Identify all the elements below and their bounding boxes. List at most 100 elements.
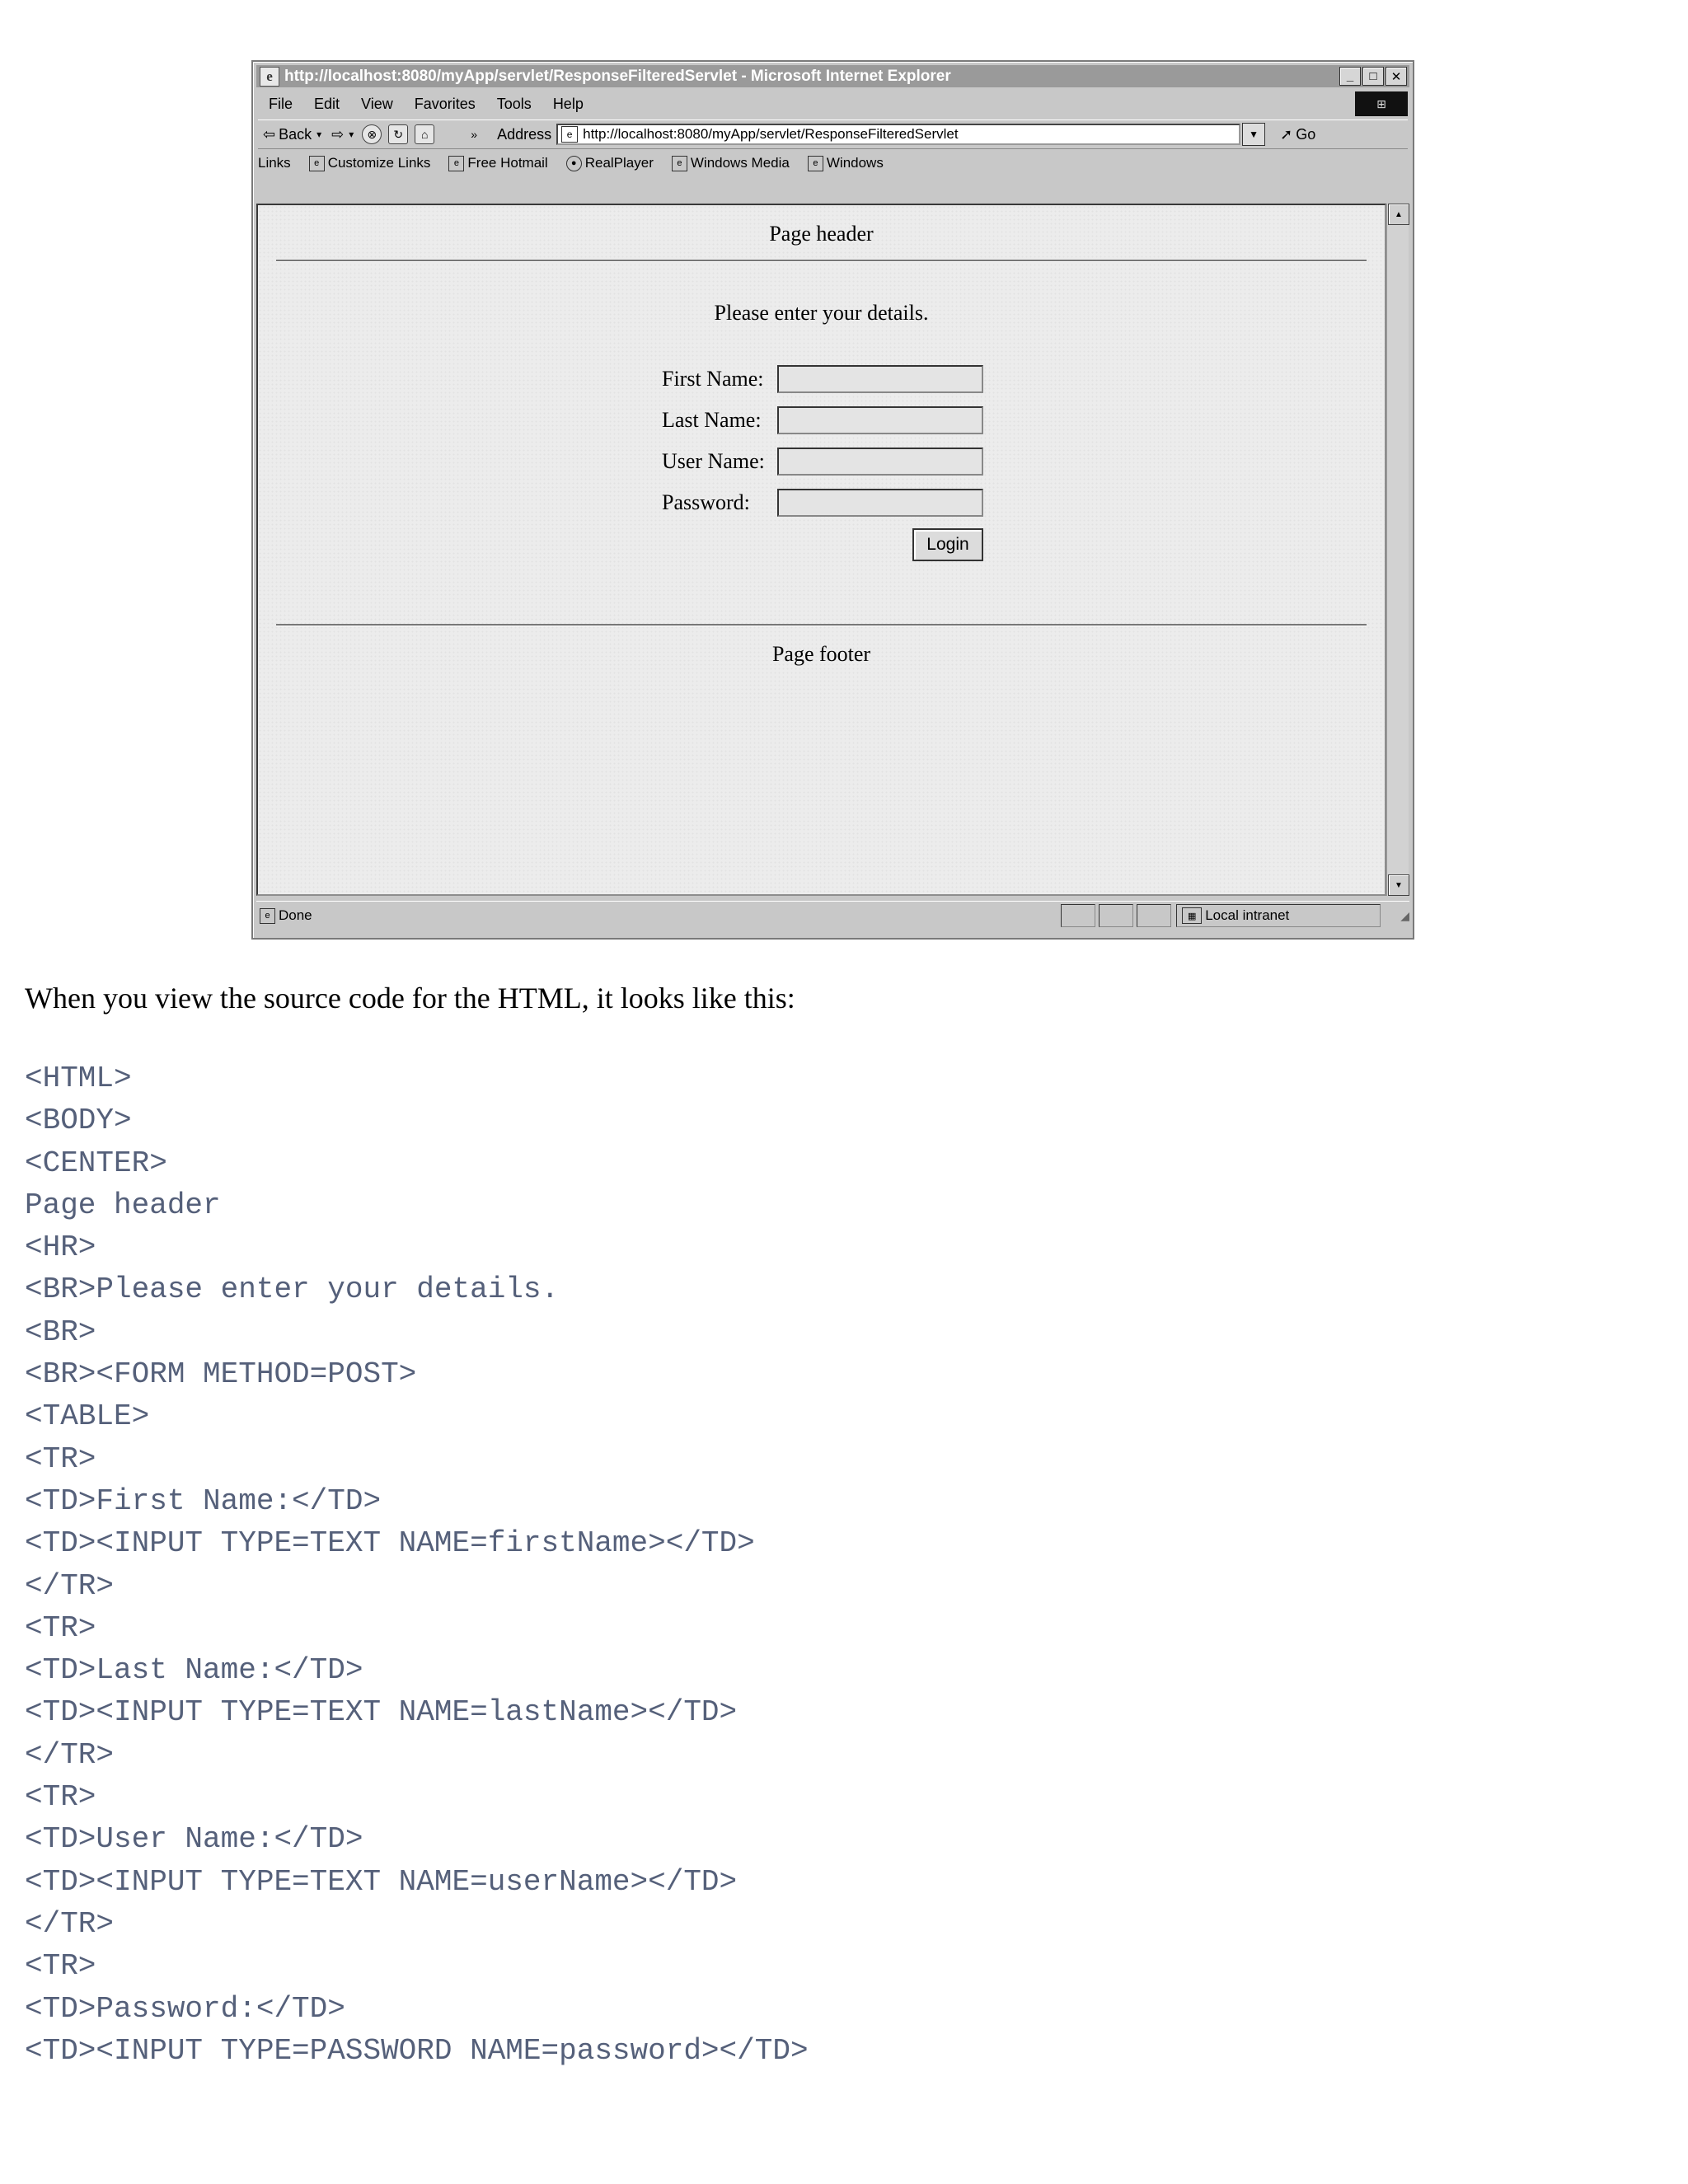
back-arrow-icon: ⇦ <box>263 125 276 143</box>
status-cell <box>1099 904 1134 927</box>
links-label: Links <box>258 155 291 171</box>
link-label: Windows <box>826 155 884 171</box>
title-bar[interactable]: e http://localhost:8080/myApp/servlet/Re… <box>256 65 1409 87</box>
maximize-icon[interactable]: □ <box>1362 67 1384 86</box>
code-line: <TR> <box>25 1441 96 1476</box>
user-name-label: User Name: <box>662 449 765 473</box>
password-row: Password: <box>662 489 983 517</box>
code-line: </TR> <box>25 1737 115 1772</box>
standard-toolbar: ⇦ Back ▾ ⇨ ▾ ⊗ ↻ ⌂ » Address e http://lo… <box>258 120 1408 149</box>
code-line: <TD><INPUT TYPE=TEXT NAME=userName></TD> <box>25 1864 738 1899</box>
page-icon: e <box>308 155 325 171</box>
page-header: Page header <box>769 222 874 246</box>
scroll-up-icon[interactable]: ▲ <box>1388 204 1409 225</box>
code-line: <TD><INPUT TYPE=TEXT NAME=firstName></TD… <box>25 1526 755 1561</box>
ie-logo-icon: e <box>260 66 279 87</box>
code-line: <TR> <box>25 1780 96 1815</box>
browser-window: e http://localhost:8080/myApp/servlet/Re… <box>251 60 1414 940</box>
menu-edit[interactable]: Edit <box>314 96 340 113</box>
forward-arrow-icon: ⇨ <box>331 125 345 143</box>
toolbar-overflow-icon[interactable]: » <box>471 128 477 141</box>
go-button[interactable]: ➚ Go <box>1280 126 1315 143</box>
page-viewport: Page header Please enter your details. F… <box>256 204 1386 896</box>
page-icon: e <box>448 155 465 171</box>
code-line: <BR><FORM METHOD=POST> <box>25 1357 417 1392</box>
code-line: <HR> <box>25 1230 96 1265</box>
security-zone: ▦ Local intranet <box>1176 904 1381 927</box>
chevron-down-icon: ▾ <box>349 129 354 140</box>
menu-bar: File Edit View Favorites Tools Help ⊞ <box>258 91 1408 116</box>
status-cell <box>1061 904 1096 927</box>
header-divider <box>276 260 1367 262</box>
menu-view[interactable]: View <box>361 96 393 113</box>
link-label: Windows Media <box>690 155 790 171</box>
go-label: Go <box>1296 125 1316 143</box>
page-icon: e <box>260 907 275 924</box>
link-customize-links[interactable]: e Customize Links <box>308 155 430 171</box>
code-line: <TR> <box>25 1610 96 1645</box>
page-icon: e <box>561 126 579 143</box>
user-name-input[interactable] <box>777 448 983 476</box>
code-line: <TD>User Name:</TD> <box>25 1822 363 1857</box>
status-bar: e Done ▦ Local intranet ◢ <box>256 901 1409 930</box>
status-text: Done <box>279 907 312 923</box>
code-line: <BR> <box>25 1315 96 1349</box>
back-button[interactable]: ⇦ Back ▾ <box>263 126 321 143</box>
windows-logo-icon: ⊞ <box>1355 91 1408 116</box>
code-line: <TD><INPUT TYPE=TEXT NAME=lastName></TD> <box>25 1695 738 1730</box>
first-name-row: First Name: <box>662 365 983 393</box>
zone-label: Local intranet <box>1205 907 1290 923</box>
menu-help[interactable]: Help <box>553 96 584 113</box>
code-line: </TR> <box>25 1906 115 1941</box>
code-line: </TR> <box>25 1568 115 1603</box>
forward-button[interactable]: ⇨ ▾ <box>331 126 354 143</box>
link-windows-media[interactable]: e Windows Media <box>671 155 790 171</box>
page-icon: e <box>671 155 687 171</box>
login-button[interactable]: Login <box>912 528 983 561</box>
code-line: <TD>Password:</TD> <box>25 1991 345 2026</box>
link-label: Free Hotmail <box>467 155 548 171</box>
chevron-down-icon: ▾ <box>316 129 322 140</box>
address-dropdown-icon[interactable]: ▼ <box>1242 123 1266 146</box>
status-cell <box>1137 904 1172 927</box>
close-icon[interactable]: ✕ <box>1386 67 1407 86</box>
first-name-input[interactable] <box>777 365 983 393</box>
minimize-icon[interactable]: _ <box>1339 67 1361 86</box>
go-arrow-icon: ➚ <box>1280 125 1293 143</box>
link-free-hotmail[interactable]: e Free Hotmail <box>448 155 548 171</box>
last-name-input[interactable] <box>777 406 983 434</box>
html-source-code: <HTML> <BODY> <CENTER> Page header <HR> <BR>P… <box>25 1057 809 2072</box>
password-label: Password: <box>662 490 750 514</box>
stop-icon[interactable]: ⊗ <box>362 124 382 144</box>
link-windows[interactable]: e Windows <box>807 155 884 171</box>
intro-text: Please enter your details. <box>714 301 929 325</box>
realplayer-icon: ● <box>565 155 582 171</box>
resize-grip-icon[interactable]: ◢ <box>1400 909 1409 923</box>
menu-favorites[interactable]: Favorites <box>415 96 476 113</box>
code-line: <TR> <box>25 1949 96 1984</box>
back-label: Back <box>279 125 312 143</box>
menu-file[interactable]: File <box>269 96 293 113</box>
home-icon[interactable]: ⌂ <box>415 124 435 144</box>
intranet-icon: ▦ <box>1182 907 1203 924</box>
last-name-label: Last Name: <box>662 408 762 432</box>
password-input[interactable] <box>777 489 983 517</box>
address-input[interactable]: e http://localhost:8080/myApp/servlet/Re… <box>556 124 1241 145</box>
vertical-scrollbar[interactable]: ▲ ▼ <box>1386 204 1409 896</box>
code-line: <HTML> <box>25 1062 132 1095</box>
scroll-down-icon[interactable]: ▼ <box>1388 874 1409 896</box>
footer-divider <box>276 624 1367 626</box>
code-line: <BR>Please enter your details. <box>25 1272 560 1307</box>
link-realplayer[interactable]: ● RealPlayer <box>565 155 654 171</box>
first-name-label: First Name: <box>662 367 764 391</box>
address-label: Address <box>497 125 552 143</box>
code-line: Page header <box>25 1188 221 1222</box>
address-value: http://localhost:8080/myApp/servlet/Resp… <box>583 126 959 142</box>
menu-tools[interactable]: Tools <box>497 96 532 113</box>
code-line: <TABLE> <box>25 1399 150 1434</box>
window-title: http://localhost:8080/myApp/servlet/Resp… <box>284 67 951 85</box>
code-line: <TD>Last Name:</TD> <box>25 1653 363 1688</box>
last-name-row: Last Name: <box>662 406 983 434</box>
refresh-icon[interactable]: ↻ <box>388 124 409 144</box>
page-icon: e <box>807 155 823 171</box>
